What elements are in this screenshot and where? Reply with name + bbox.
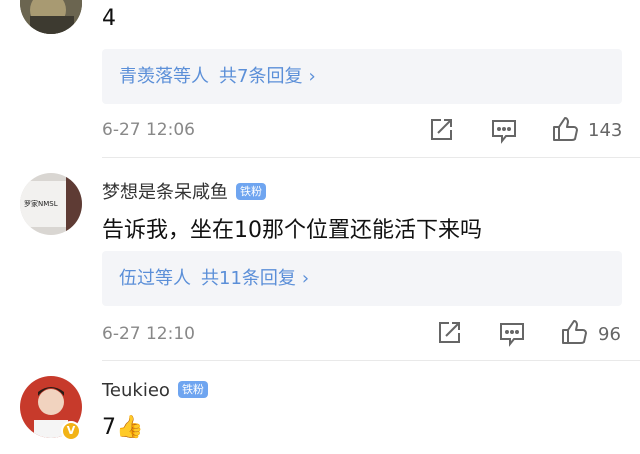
- divider: [102, 360, 640, 361]
- avatar[interactable]: [20, 0, 82, 34]
- reply-count[interactable]: 共11条回复: [201, 268, 296, 289]
- reply-count[interactable]: 共7条回复: [219, 66, 302, 87]
- fan-badge: 铁粉: [177, 381, 208, 398]
- comment-time: 6-27 12:10: [102, 324, 195, 344]
- like-count: 96: [598, 324, 621, 345]
- comment-text: 4: [102, 6, 116, 31]
- like-icon[interactable]: [551, 115, 579, 147]
- reply-summary[interactable]: 伍过等人 共11条回复 ›: [102, 251, 622, 306]
- avatar-image: [20, 0, 82, 34]
- comment-text: 7👍: [102, 415, 144, 440]
- chevron-right-icon: ›: [308, 66, 316, 87]
- like-icon[interactable]: [560, 318, 588, 350]
- chevron-right-icon: ›: [301, 268, 310, 289]
- username-text[interactable]: Teukieo: [102, 380, 170, 401]
- like-count: 143: [588, 120, 623, 141]
- avatar[interactable]: 罗家NMSL: [20, 173, 82, 235]
- verified-badge-icon: V: [61, 421, 81, 441]
- comment-text: 告诉我，坐在10那个位置还能活下来吗: [102, 218, 482, 243]
- comment-icon[interactable]: [498, 321, 526, 351]
- reply-users[interactable]: 伍过等人: [119, 268, 191, 289]
- fan-badge: 铁粉: [236, 183, 266, 200]
- comment-time: 6-27 12:06: [102, 120, 195, 140]
- share-icon[interactable]: [436, 320, 462, 350]
- reply-summary[interactable]: 青羡落等人 共7条回复 ›: [102, 49, 622, 104]
- username[interactable]: Teukieo 铁粉: [102, 380, 208, 401]
- share-icon[interactable]: [428, 117, 454, 147]
- divider: [102, 157, 640, 158]
- reply-users[interactable]: 青羡落等人: [119, 66, 209, 87]
- username-text[interactable]: 梦想是条呆咸鱼: [102, 182, 228, 203]
- avatar-caption: 罗家NMSL: [24, 200, 58, 208]
- username[interactable]: 梦想是条呆咸鱼 铁粉: [102, 178, 266, 204]
- comment-icon[interactable]: [490, 118, 518, 148]
